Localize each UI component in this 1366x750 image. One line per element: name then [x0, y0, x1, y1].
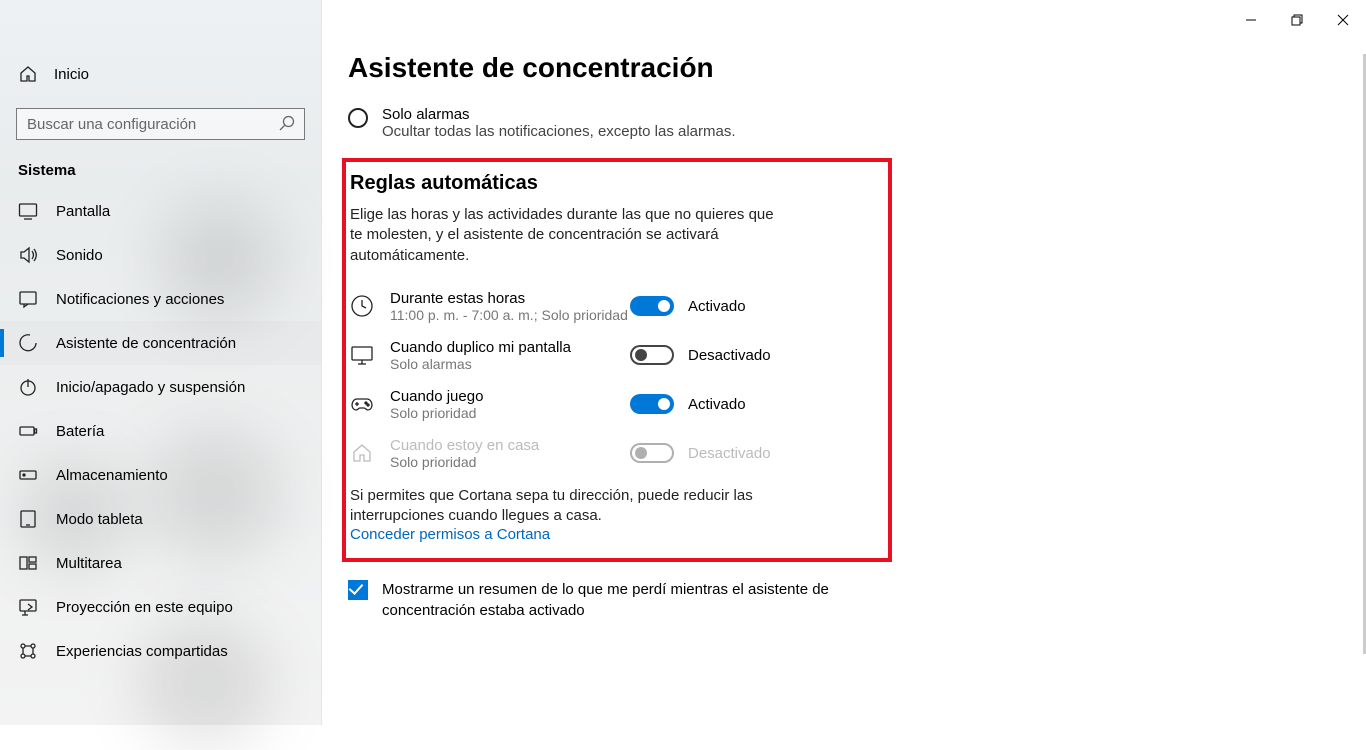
nav-label: Notificaciones y acciones	[56, 291, 224, 308]
rule-sub: 11:00 p. m. - 7:00 a. m.; Solo prioridad	[390, 307, 630, 323]
radio-label: Solo alarmas	[382, 106, 736, 123]
rule-during-hours[interactable]: Durante estas horas 11:00 p. m. - 7:00 a…	[346, 282, 880, 331]
home-label: Inicio	[54, 66, 89, 83]
nav-label: Sonido	[56, 247, 103, 264]
sound-icon	[18, 245, 38, 265]
nav-label: Asistente de concentración	[56, 335, 236, 352]
toggle-state: Activado	[688, 298, 746, 315]
nav-label: Pantalla	[56, 203, 110, 220]
toggle-gaming[interactable]	[630, 394, 674, 414]
radio-icon	[348, 108, 368, 128]
summary-text: Mostrarme un resumen de lo que me perdí …	[382, 580, 858, 621]
focus-icon	[18, 333, 38, 353]
toggle-at-home	[630, 443, 674, 463]
nav-label: Batería	[56, 423, 104, 440]
share-icon	[18, 641, 38, 661]
home-icon	[18, 64, 38, 84]
rule-duplicate-display[interactable]: Cuando duplico mi pantalla Solo alarmas …	[346, 331, 880, 380]
summary-checkbox-row[interactable]: Mostrarme un resumen de lo que me perdí …	[348, 580, 858, 621]
rules-title: Reglas automáticas	[350, 172, 880, 195]
display-icon	[18, 201, 38, 221]
battery-icon	[18, 421, 38, 441]
rule-sub: Solo alarmas	[390, 356, 630, 372]
toggle-duplicate-display[interactable]	[630, 345, 674, 365]
tablet-icon	[18, 509, 38, 529]
rules-desc: Elige las horas y las actividades durant…	[350, 205, 780, 266]
rule-sub: Solo prioridad	[390, 454, 630, 470]
cortana-note: Si permites que Cortana sepa tu direcció…	[350, 486, 820, 527]
nav-item-almacenamiento[interactable]: Almacenamiento	[0, 453, 321, 497]
nav-label: Almacenamiento	[56, 467, 168, 484]
rule-gaming[interactable]: Cuando juego Solo prioridad Activado	[346, 380, 880, 429]
nav-item-sonido[interactable]: Sonido	[0, 233, 321, 277]
nav-label: Multitarea	[56, 555, 122, 572]
storage-icon	[18, 465, 38, 485]
nav-item-multitarea[interactable]: Multitarea	[0, 541, 321, 585]
gamepad-icon	[350, 392, 374, 416]
nav-item-tableta[interactable]: Modo tableta	[0, 497, 321, 541]
nav-item-experiencias[interactable]: Experiencias compartidas	[0, 629, 321, 673]
page-title: Asistente de concentración	[348, 52, 1340, 84]
radio-desc: Ocultar todas las notificaciones, except…	[382, 123, 736, 140]
nav-label: Modo tableta	[56, 511, 143, 528]
rule-title: Durante estas horas	[390, 290, 630, 307]
rule-title: Cuando juego	[390, 388, 630, 405]
clock-icon	[350, 294, 374, 318]
nav-label: Proyección en este equipo	[56, 599, 233, 616]
nav-item-pantalla[interactable]: Pantalla	[0, 189, 321, 233]
nav-label: Experiencias compartidas	[56, 643, 228, 660]
highlight-box: Reglas automáticas Elige las horas y las…	[342, 158, 892, 562]
nav-item-notificaciones[interactable]: Notificaciones y acciones	[0, 277, 321, 321]
projection-icon	[18, 597, 38, 617]
toggle-during-hours[interactable]	[630, 296, 674, 316]
section-label: Sistema	[0, 162, 321, 189]
toggle-state: Desactivado	[688, 445, 771, 462]
radio-solo-alarmas[interactable]: Solo alarmas Ocultar todas las notificac…	[348, 106, 1340, 140]
search-input[interactable]	[16, 108, 305, 140]
rule-at-home: Cuando estoy en casa Solo prioridad Desa…	[346, 429, 880, 478]
nav-item-bateria[interactable]: Batería	[0, 409, 321, 453]
multitask-icon	[18, 553, 38, 573]
power-icon	[18, 377, 38, 397]
checkbox-icon	[348, 580, 368, 600]
nav-item-energia[interactable]: Inicio/apagado y suspensión	[0, 365, 321, 409]
notifications-icon	[18, 289, 38, 309]
toggle-state: Desactivado	[688, 347, 771, 364]
rule-sub: Solo prioridad	[390, 405, 630, 421]
rule-title: Cuando duplico mi pantalla	[390, 339, 630, 356]
cortana-permissions-link[interactable]: Conceder permisos a Cortana	[350, 526, 550, 543]
home-rule-icon	[350, 441, 374, 465]
nav-item-asistente[interactable]: Asistente de concentración	[0, 321, 321, 365]
nav-item-proyeccion[interactable]: Proyección en este equipo	[0, 585, 321, 629]
rule-title: Cuando estoy en casa	[390, 437, 630, 454]
nav-label: Inicio/apagado y suspensión	[56, 379, 245, 396]
search-icon	[279, 115, 295, 131]
monitor-icon	[350, 343, 374, 367]
home-link[interactable]: Inicio	[0, 54, 321, 94]
toggle-state: Activado	[688, 396, 746, 413]
